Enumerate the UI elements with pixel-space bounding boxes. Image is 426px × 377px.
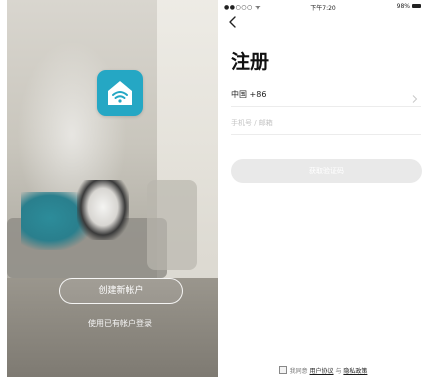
country-code-label: 中国 +86 [231,90,267,99]
home-wifi-icon [97,70,143,116]
privacy-policy-link[interactable]: 隐私政策 [343,368,367,375]
user-agreement-link[interactable]: 用户协议 [310,368,334,375]
login-existing-account-link[interactable]: 使用已有帐户登录 [47,318,193,329]
background-dog [77,180,129,240]
create-account-button[interactable]: 创建新帐户 [59,278,183,304]
register-screen: ●●○○○ ᯤ 下午7:20 98% 注册 中国 +86 获取验证码 我同意 用… [220,0,426,377]
chevron-left-icon[interactable] [225,14,241,30]
status-time: 下午7:20 [310,5,336,12]
battery-percent: 98% [396,3,410,10]
welcome-screen: 创建新帐户 使用已有帐户登录 [7,0,218,377]
country-selector[interactable]: 中国 +86 [231,86,421,107]
phone-email-input[interactable] [231,116,411,130]
battery-icon [412,4,421,8]
agreement-row: 我同意 用户协议 与 隐私政策 [220,366,426,375]
phone-email-row [231,114,421,135]
page-title: 注册 [231,51,270,73]
agree-checkbox[interactable] [278,366,287,374]
agree-prefix: 我同意 [289,368,308,375]
get-verification-code-button[interactable]: 获取验证码 [231,159,422,183]
chevron-right-icon [411,89,419,103]
status-bar: ●●○○○ ᯤ 下午7:20 98% [220,0,426,12]
agree-conjunction: 与 [335,368,342,375]
background-chair [147,180,197,270]
